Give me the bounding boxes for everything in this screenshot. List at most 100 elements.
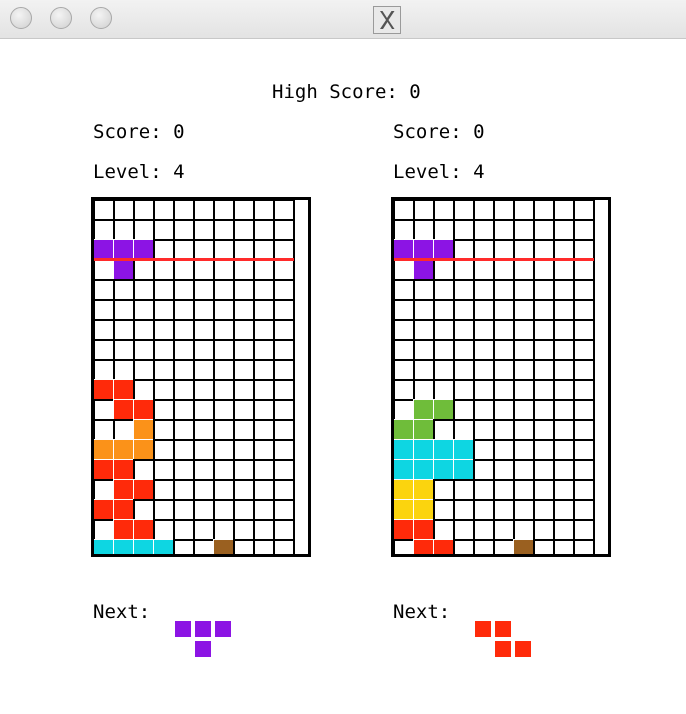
board-cell-empty [253, 200, 275, 221]
board-cell-empty [533, 299, 555, 321]
player1-score-value: 0 [173, 121, 185, 143]
board-cell-empty [173, 499, 195, 521]
board-cell-empty [253, 319, 275, 341]
board-block [94, 379, 115, 401]
board-cell-empty [153, 279, 175, 301]
board-cell-empty [173, 419, 195, 441]
board-cell-empty [473, 419, 495, 441]
board-cell-empty [533, 379, 555, 401]
board-cell-empty [433, 359, 455, 381]
board-cell-empty [173, 459, 195, 481]
board-cell-empty [573, 459, 595, 481]
board-cell-empty [193, 259, 215, 281]
board-cell-empty [433, 519, 455, 541]
board-cell-empty [233, 519, 255, 541]
board-block [433, 459, 455, 481]
board-cell-empty [153, 399, 175, 421]
board-cell-empty [94, 359, 115, 381]
board-cell-empty [193, 279, 215, 301]
board-cell-empty [113, 279, 135, 301]
board-cell-empty [493, 359, 515, 381]
board-block [133, 519, 155, 541]
board-cell-empty [493, 379, 515, 401]
board-cell-empty [473, 459, 495, 481]
board-cell-empty [133, 279, 155, 301]
board-cell-empty [513, 519, 535, 541]
board-cell-empty [553, 519, 575, 541]
board-cell-empty [253, 439, 275, 461]
board-cell-empty [394, 200, 415, 221]
board-cell-empty [213, 299, 235, 321]
board-cell-empty [173, 479, 195, 501]
board-block [413, 439, 435, 461]
board-cell-empty [493, 479, 515, 501]
board-cell-empty [133, 299, 155, 321]
board-cell-empty [253, 279, 275, 301]
board-cell-empty [173, 379, 195, 401]
board-cell-empty [473, 259, 495, 281]
board-cell-empty [113, 359, 135, 381]
board-cell-empty [533, 200, 555, 221]
board-cell-empty [193, 200, 215, 221]
board-cell-empty [193, 439, 215, 461]
board-cell-empty [394, 219, 415, 241]
board-cell-empty [233, 259, 255, 281]
board-cell-empty [153, 419, 175, 441]
board-cell-empty [153, 499, 175, 521]
board-cell-empty [493, 459, 515, 481]
next-piece-block [213, 619, 233, 639]
board-block [513, 539, 535, 554]
player1-level: Level: 4 [93, 161, 185, 183]
board-cell-empty [453, 539, 475, 554]
high-score-label: High Score: [272, 81, 398, 103]
board-cell-empty [453, 419, 475, 441]
board-cell-empty [113, 339, 135, 361]
board-cell-empty [193, 519, 215, 541]
player1-score: Score: 0 [93, 121, 185, 143]
board-cell-empty [193, 219, 215, 241]
board-cell-empty [133, 259, 155, 281]
board-cell-empty [173, 279, 195, 301]
board-cell-empty [473, 299, 495, 321]
board-cell-empty [94, 219, 115, 241]
board-block [453, 459, 475, 481]
board-block [153, 539, 175, 554]
board-cell-empty [113, 200, 135, 221]
minimize-window-button[interactable] [50, 7, 72, 29]
board-cell-empty [413, 379, 435, 401]
board-cell-empty [173, 439, 195, 461]
board-cell-empty [533, 319, 555, 341]
board-cell-empty [273, 379, 295, 401]
board-cell-empty [533, 519, 555, 541]
board-block [413, 459, 435, 481]
board-cell-empty [173, 299, 195, 321]
board-cell-empty [153, 439, 175, 461]
board-cell-empty [94, 259, 115, 281]
board-cell-empty [433, 279, 455, 301]
board-cell-empty [513, 319, 535, 341]
board-cell-empty [153, 299, 175, 321]
board-cell-empty [213, 479, 235, 501]
board-cell-empty [94, 299, 115, 321]
player2-level-label: Level: [393, 161, 462, 183]
board-cell-empty [513, 200, 535, 221]
board-cell-empty [153, 319, 175, 341]
board-cell-empty [453, 479, 475, 501]
board-cell-empty [273, 339, 295, 361]
board-block [113, 439, 135, 461]
board-cell-empty [153, 339, 175, 361]
board-block [94, 539, 115, 554]
board-cell-empty [573, 299, 595, 321]
board-cell-empty [513, 339, 535, 361]
board-cell-empty [473, 379, 495, 401]
zoom-window-button[interactable] [90, 7, 112, 29]
player2-level: Level: 4 [393, 161, 485, 183]
board-cell-empty [233, 479, 255, 501]
board-cell-empty [453, 339, 475, 361]
board-cell-empty [213, 319, 235, 341]
board-block [413, 519, 435, 541]
close-window-button[interactable] [10, 7, 32, 29]
board-block [133, 399, 155, 421]
board-cell-empty [453, 319, 475, 341]
board-block [394, 439, 415, 461]
